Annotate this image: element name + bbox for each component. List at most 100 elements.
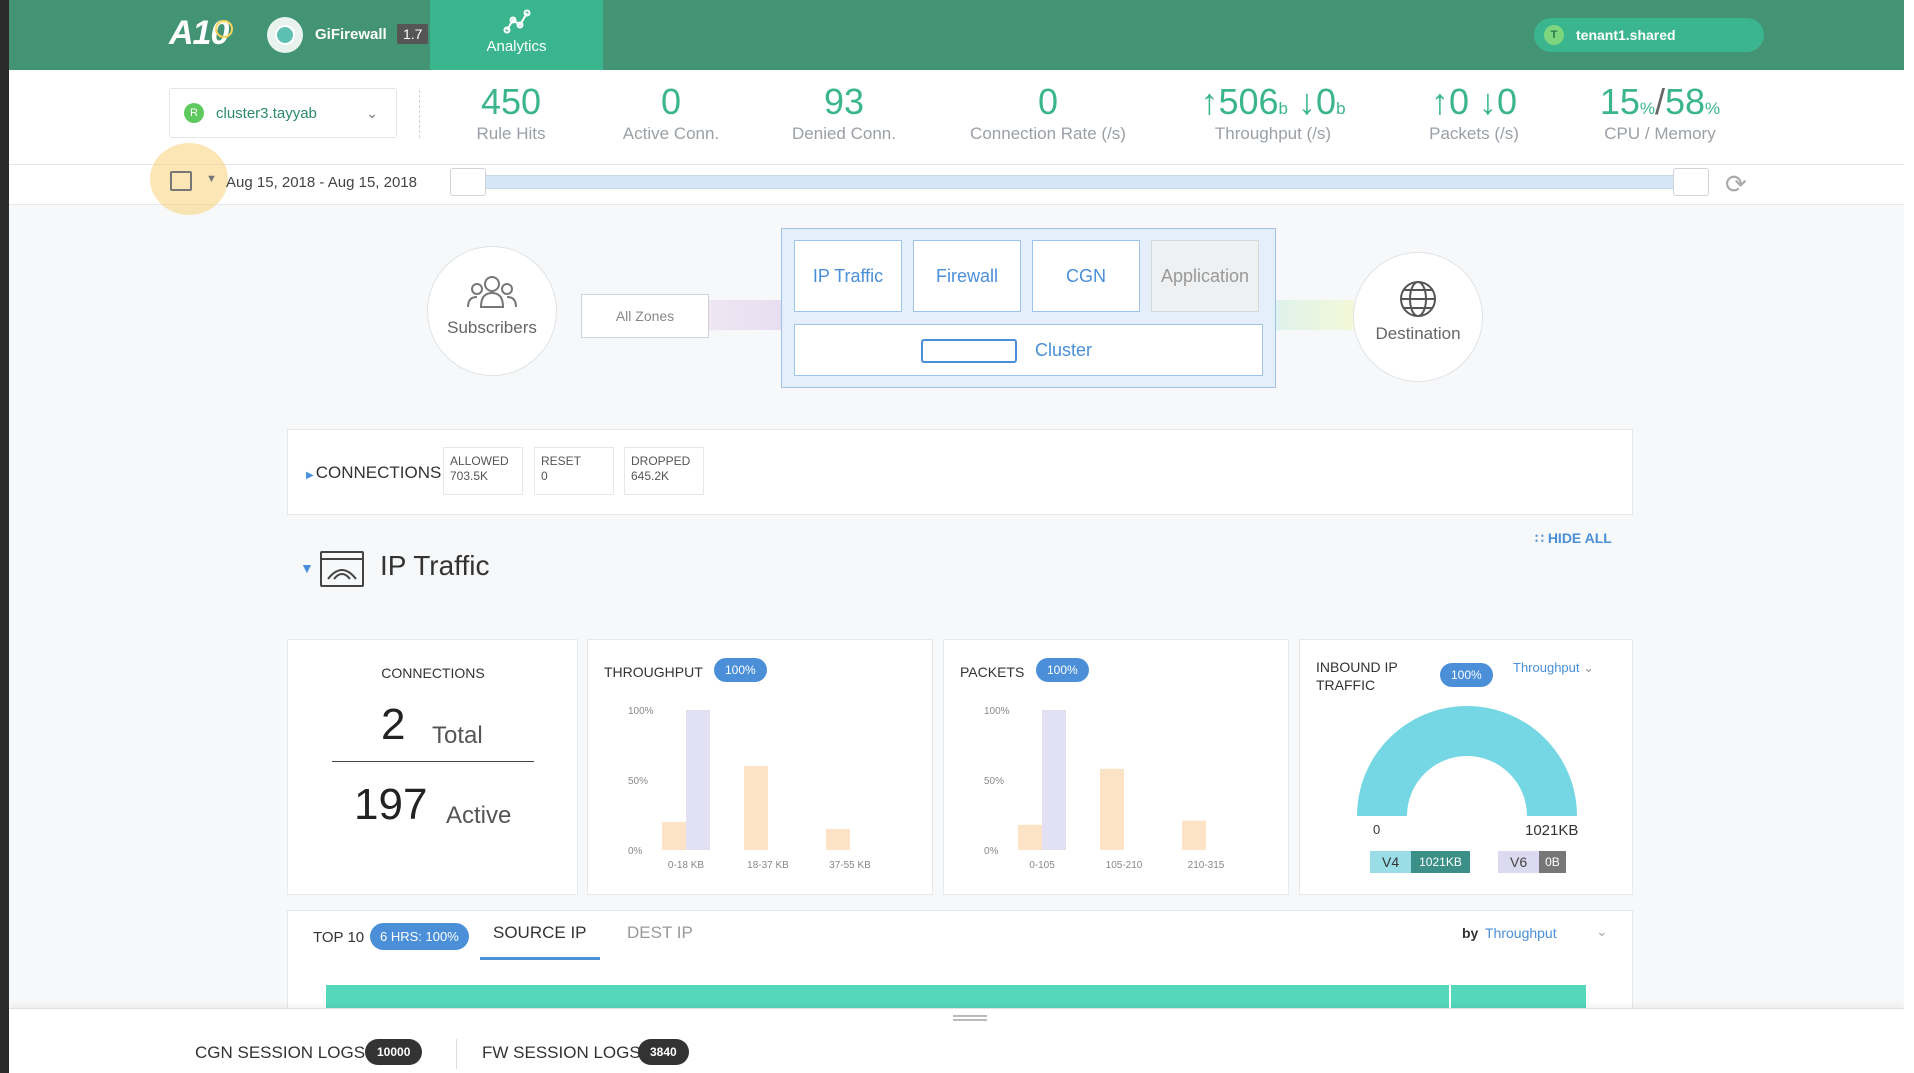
chevron-down-icon[interactable]: ⌄ [1596,923,1608,940]
stat-connection-rate: 0 Connection Rate (/s) [959,82,1137,144]
bar [686,710,710,850]
top-navigation-bar: A10 GiFirewall 1.7 Analytics T tenant1.s… [9,0,1904,70]
connections-summary-panel: ▶ CONNECTIONS ALLOWED 703.5K RESET 0 DROPPE… [287,429,1633,515]
reset-box: RESET 0 [534,447,614,495]
section-title: IP Traffic [380,550,490,581]
bar [662,822,686,850]
window-edge [0,0,9,1073]
calendar-icon[interactable] [170,171,192,191]
tab-source-ip[interactable]: SOURCE IP [480,923,600,960]
subscribers-node[interactable]: Subscribers [427,246,557,376]
y-tick-label: 50% [984,776,1004,787]
ip-traffic-icon [320,551,364,587]
server-icon [921,339,1017,363]
analytics-icon [503,9,530,34]
chevron-down-icon[interactable]: ▼ [206,173,217,185]
throughput-chart: 100% 50% 0% 0-18 KB 18-37 KB 37-55 KB [628,706,871,871]
product-name: GiFirewall [315,26,387,43]
firewall-button[interactable]: Firewall [913,240,1021,312]
divider [332,761,534,762]
v4-chip: V4 1021KB [1370,850,1470,874]
total-label: Total [432,722,483,749]
fw-session-logs-tab[interactable]: FW SESSION LOGS [482,1043,641,1063]
grid-icon: ∷ [1535,530,1544,546]
v6-chip: V6 0B [1498,850,1566,874]
bar [826,829,850,850]
stat-value: ↑506b ↓0b [1200,81,1346,122]
stat-cpu-memory: 15%/58% CPU / Memory [1585,82,1735,144]
shield-icon [267,17,303,53]
stat-label: Denied Conn. [792,123,896,143]
tenant-avatar: T [1544,25,1564,45]
stat-throughput: ↑506b ↓0b Throughput (/s) [1189,82,1357,144]
x-tick-label: 105-210 [1106,860,1143,871]
y-tick-label: 0% [628,846,643,857]
bar [744,766,768,850]
stat-active-conn: 0 Active Conn. [611,82,731,144]
all-zones-selector[interactable]: All Zones [581,294,709,338]
destination-node[interactable]: Destination [1353,252,1483,382]
cluster-badge: R [184,103,204,123]
stat-value: 450 [480,81,542,122]
users-icon [467,276,517,308]
gauge-arc [1357,706,1577,816]
caret-right-icon: ▶ [306,470,314,481]
flow-connector [1276,300,1354,330]
cgn-button[interactable]: CGN [1032,240,1140,312]
range-end-handle[interactable] [1673,168,1709,196]
packets-chart: 100% 50% 0% 0-105 105-210 210-315 [984,706,1225,871]
time-range-slider[interactable] [469,175,1699,189]
stat-label: Throughput (/s) [1214,123,1332,143]
active-count: 197 [354,780,428,829]
stat-value: ↑0 ↓0 [1430,81,1518,122]
tenant-name: tenant1.shared [1576,27,1676,43]
stat-label: CPU / Memory [1604,123,1716,143]
drag-handle[interactable] [953,1015,987,1021]
stat-value: 93 [823,81,865,122]
sort-metric-dropdown[interactable]: Throughput [1485,925,1557,941]
stat-packets: ↑0 ↓0 Packets (/s) [1409,82,1539,144]
version-badge: 1.7 [397,24,429,44]
time-window-pill[interactable]: 6 HRS: 100% [370,923,469,950]
hide-all-button[interactable]: ∷ HIDE ALL [1535,530,1612,547]
range-start-handle[interactable] [450,168,486,196]
window-edge [1904,0,1914,1073]
total-count: 2 [381,700,406,749]
analytics-tab[interactable]: Analytics [430,0,603,70]
top10-panel: TOP 10 6 HRS: 100% SOURCE IP DEST IP by … [287,910,1633,1011]
stat-denied-conn: 93 Denied Conn. [779,82,909,144]
cluster-dropdown[interactable]: R cluster3.tayyab ⌄ [169,88,397,138]
stat-value: 0 [1037,81,1059,122]
connections-toggle[interactable]: ▶ CONNECTIONS [306,463,441,483]
stat-label: Rule Hits [476,123,546,143]
fw-count-badge: 3840 [638,1039,689,1065]
top10-title: TOP 10 [313,929,365,946]
y-tick-label: 50% [628,776,648,787]
x-tick-label: 37-55 KB [829,860,871,871]
caret-down-icon[interactable]: ▼ [300,560,314,576]
flow-connector [709,300,781,330]
cluster-label: Cluster [1035,340,1093,360]
connections-card: CONNECTIONS 2 Total 197 Active [287,639,578,895]
globe-icon [1400,281,1436,317]
refresh-icon[interactable]: ⟳ [1725,169,1747,200]
bar [1100,768,1124,850]
allowed-box: ALLOWED 703.5K [443,447,523,495]
cgn-session-logs-tab[interactable]: CGN SESSION LOGS [195,1043,365,1063]
card-title: CONNECTIONS [381,665,485,681]
cluster-name: cluster3.tayyab [216,104,317,122]
stat-value: 15%/58% [1599,81,1721,122]
dropped-box: DROPPED 645.2K [624,447,704,495]
ip-traffic-button[interactable]: IP Traffic [794,240,902,312]
bar [1042,710,1066,850]
cgn-count-badge: 10000 [365,1039,423,1065]
divider [419,90,420,138]
tenant-selector[interactable]: T tenant1.shared [1534,18,1764,52]
application-button[interactable]: Application [1151,240,1259,312]
cluster-node[interactable]: Cluster [794,324,1263,376]
stat-label: Active Conn. [622,123,720,143]
bar [1182,820,1206,850]
tab-dest-ip[interactable]: DEST IP [627,923,693,957]
a10-logo[interactable]: A10 [169,14,233,53]
divider [456,1039,457,1069]
